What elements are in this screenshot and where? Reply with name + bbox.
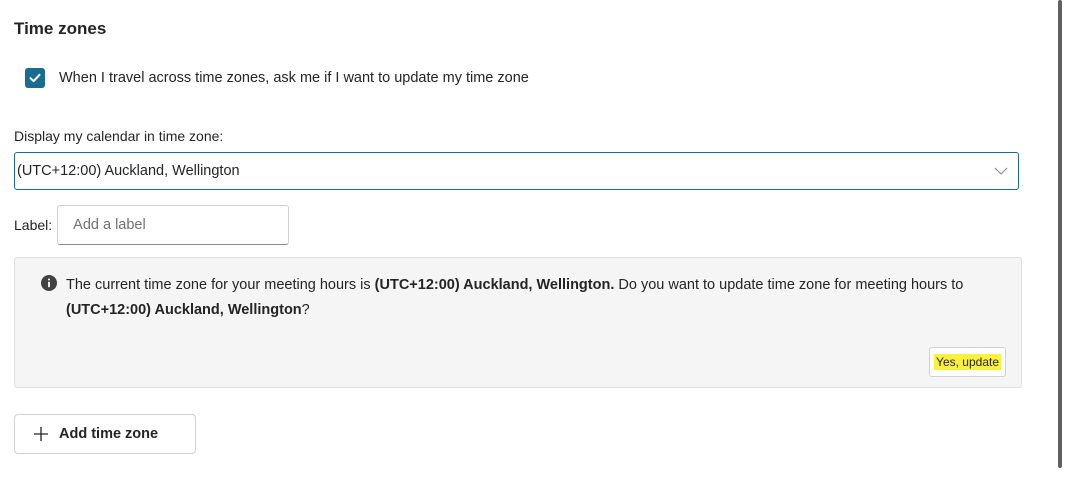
time-zones-settings: Time zones When I travel across time zon… bbox=[0, 0, 1072, 483]
timezone-dropdown-value: (UTC+12:00) Auckland, Wellington bbox=[17, 163, 240, 179]
notice-text-2: Do you want to update time zone for meet… bbox=[614, 277, 964, 293]
notice-text-1: The current time zone for your meeting h… bbox=[66, 277, 375, 293]
yes-update-button[interactable]: Yes, update bbox=[929, 347, 1006, 377]
timezone-dropdown[interactable]: (UTC+12:00) Auckland, Wellington bbox=[14, 152, 1019, 190]
notice-new-timezone: (UTC+12:00) Auckland, Wellington bbox=[66, 302, 302, 318]
section-title: Time zones bbox=[14, 19, 107, 38]
timezone-label-row: Label: Add a label bbox=[14, 205, 290, 245]
travel-prompt-row[interactable]: When I travel across time zones, ask me … bbox=[25, 68, 529, 88]
travel-prompt-checkbox[interactable] bbox=[25, 68, 45, 88]
timezone-update-notice: The current time zone for your meeting h… bbox=[14, 257, 1022, 388]
scrollbar[interactable] bbox=[1058, 0, 1062, 468]
info-icon bbox=[41, 275, 57, 291]
checkmark-icon bbox=[29, 73, 41, 83]
add-time-zone-button[interactable]: Add time zone bbox=[14, 414, 196, 454]
display-timezone-label: Display my calendar in time zone: bbox=[14, 128, 224, 144]
notice-current-timezone: (UTC+12:00) Auckland, Wellington. bbox=[374, 277, 615, 293]
notice-text-3: ? bbox=[301, 302, 310, 318]
add-time-zone-label: Add time zone bbox=[59, 426, 159, 442]
yes-update-label: Yes, update bbox=[934, 354, 1001, 370]
notice-message: The current time zone for your meeting h… bbox=[66, 273, 991, 323]
chevron-down-icon bbox=[994, 167, 1008, 175]
travel-prompt-label: When I travel across time zones, ask me … bbox=[59, 70, 529, 86]
timezone-label-input[interactable]: Add a label bbox=[57, 205, 290, 245]
timezone-label-caption: Label: bbox=[14, 217, 53, 233]
plus-icon bbox=[34, 427, 48, 441]
